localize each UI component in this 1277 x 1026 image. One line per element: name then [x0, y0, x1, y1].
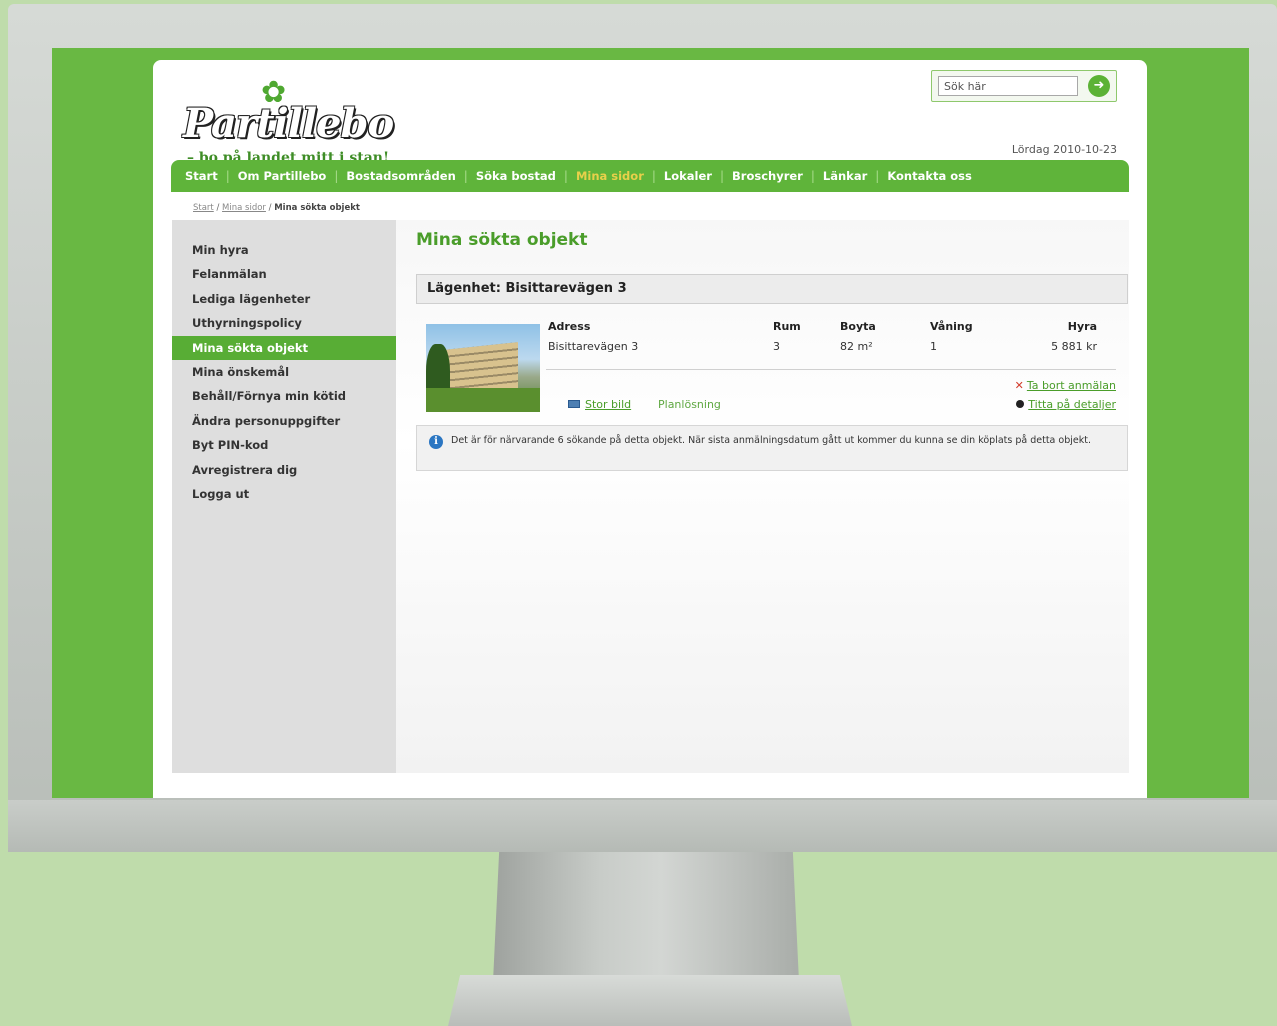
sidebar-item-3[interactable]: Uthyrningspolicy	[172, 311, 396, 335]
nav-separator: |	[334, 169, 339, 183]
floor-plan-link[interactable]: Planlösning	[658, 398, 721, 411]
breadcrumb-separator: /	[268, 203, 272, 213]
remove-application-link[interactable]: ✕ Ta bort anmälan	[1015, 379, 1116, 392]
sidebar-item-0[interactable]: Min hyra	[172, 238, 396, 262]
column-header-rum: Rum	[773, 320, 801, 333]
image-icon	[568, 400, 580, 408]
nav-separator: |	[875, 169, 880, 183]
value-rum: 3	[773, 340, 780, 353]
monitor-stand	[493, 852, 799, 982]
sidebar-item-2[interactable]: Lediga lägenheter	[172, 287, 396, 311]
large-image-label: Stor bild	[585, 398, 632, 411]
nav-item-2[interactable]: Bostadsområden	[346, 169, 455, 183]
divider	[546, 369, 1116, 370]
sidebar-item-6[interactable]: Behåll/Förnya min kötid	[172, 384, 396, 408]
value-hyra: 5 881 kr	[1051, 340, 1097, 353]
info-message: i Det är för närvarande 6 sökande på det…	[416, 425, 1128, 471]
web-page: ✿ Partillebo – bo på landet mitt i stan!…	[153, 60, 1147, 798]
site-logo[interactable]: ✿ Partillebo – bo på landet mitt i stan!	[183, 78, 403, 167]
sidebar-item-9[interactable]: Avregistrera dig	[172, 458, 396, 482]
search-button[interactable]: ➜	[1088, 75, 1110, 97]
view-details-link[interactable]: Titta på detaljer	[1016, 398, 1116, 411]
value-boyta: 82 m²	[840, 340, 873, 353]
column-header-boyta: Boyta	[840, 320, 876, 333]
nav-item-3[interactable]: Söka bostad	[476, 169, 556, 183]
nav-item-5[interactable]: Lokaler	[664, 169, 712, 183]
object-header: Lägenhet: Bisittarevägen 3	[416, 274, 1128, 304]
main-nav: Start | Om Partillebo | Bostadsområden | Söka …	[171, 160, 1129, 192]
sidebar-item-8[interactable]: Byt PIN-kod	[172, 433, 396, 457]
value-adress: Bisittarevägen 3	[548, 340, 639, 353]
grass-image	[426, 388, 540, 412]
view-details-label: Titta på detaljer	[1028, 398, 1116, 411]
nav-separator: |	[225, 169, 230, 183]
sidebar: Min hyra Felanmälan Lediga lägenheter Uthyr…	[172, 220, 396, 773]
breadcrumb: Start / Mina sidor / Mina sökta objekt	[193, 203, 360, 213]
nav-item-7[interactable]: Länkar	[823, 169, 867, 183]
breadcrumb-separator: /	[216, 203, 220, 213]
nav-separator: |	[810, 169, 815, 183]
sidebar-item-4[interactable]: Mina sökta objekt	[172, 335, 396, 360]
monitor-stand-base	[448, 975, 852, 1026]
nav-separator: |	[651, 169, 656, 183]
large-image-link[interactable]: Stor bild	[568, 398, 631, 411]
sidebar-item-1[interactable]: Felanmälan	[172, 262, 396, 286]
sidebar-item-5[interactable]: Mina önskemål	[172, 360, 396, 384]
nav-item-0[interactable]: Start	[185, 169, 218, 183]
close-icon: ✕	[1014, 379, 1024, 392]
info-icon: i	[429, 435, 443, 449]
breadcrumb-item-current: Mina sökta objekt	[274, 203, 360, 213]
current-date: Lördag 2010-10-23	[1011, 143, 1117, 156]
value-vaning: 1	[930, 340, 937, 353]
main-content: Mina sökta objekt Lägenhet: Bisittareväg…	[396, 220, 1129, 773]
column-header-adress: Adress	[548, 320, 591, 333]
nav-item-8[interactable]: Kontakta oss	[887, 169, 972, 183]
nav-item-1[interactable]: Om Partillebo	[238, 169, 327, 183]
search-box: ➜	[931, 70, 1117, 102]
monitor-screen: ✿ Partillebo – bo på landet mitt i stan!…	[52, 48, 1249, 798]
nav-item-4[interactable]: Mina sidor	[576, 169, 644, 183]
page-title: Mina sökta objekt	[416, 230, 588, 250]
sidebar-item-10[interactable]: Logga ut	[172, 482, 396, 506]
info-text: Det är för närvarande 6 sökande på detta…	[451, 435, 1091, 446]
nav-separator: |	[563, 169, 568, 183]
logo-text: Partillebo	[183, 100, 394, 147]
remove-application-label: Ta bort anmälan	[1026, 379, 1116, 392]
bullet-icon	[1016, 400, 1025, 408]
column-header-hyra: Hyra	[1067, 320, 1097, 333]
nav-separator: |	[463, 169, 468, 183]
column-header-vaning: Våning	[930, 320, 973, 333]
nav-item-6[interactable]: Broschyrer	[732, 169, 803, 183]
nav-separator: |	[719, 169, 725, 183]
arrow-right-icon: ➜	[1093, 78, 1105, 93]
search-input[interactable]	[938, 76, 1078, 96]
breadcrumb-item-start[interactable]: Start	[193, 203, 214, 213]
sidebar-menu: Min hyra Felanmälan Lediga lägenheter Uthyr…	[172, 220, 396, 506]
monitor-chin	[8, 800, 1277, 852]
breadcrumb-item-mina-sidor[interactable]: Mina sidor	[222, 203, 266, 213]
object-photo[interactable]	[426, 324, 540, 412]
sidebar-item-7[interactable]: Ändra personuppgifter	[172, 409, 396, 433]
